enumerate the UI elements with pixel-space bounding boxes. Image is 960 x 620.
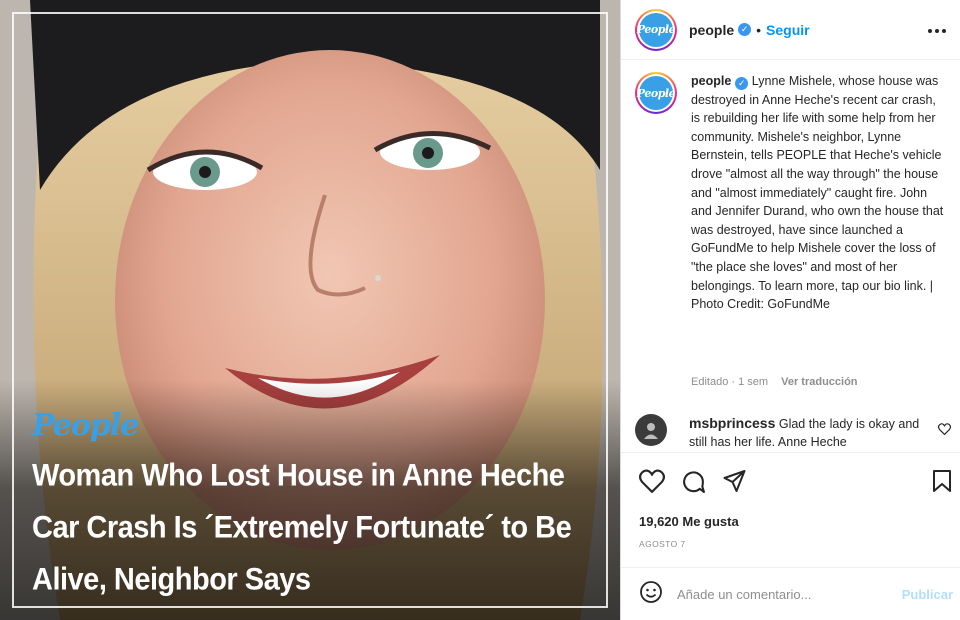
post-date[interactable]: AGOSTO 7 (639, 539, 686, 549)
post-actions: 19,620 Me gusta AGOSTO 7 (621, 452, 960, 567)
caption-area: People people ✓ Lynne Mishele, whose hous… (621, 60, 960, 452)
caption-username[interactable]: people (691, 74, 731, 88)
add-comment-box: Publicar (621, 567, 960, 620)
people-logo: People (32, 408, 139, 443)
follow-button[interactable]: Seguir (766, 22, 810, 38)
post-image[interactable]: People Woman Who Lost House in Anne Hech… (0, 0, 620, 620)
avatar-logo: People (637, 12, 676, 47)
comment-avatar[interactable] (635, 414, 667, 446)
comment-input[interactable] (677, 586, 877, 602)
comment-bubble-icon[interactable] (681, 469, 706, 499)
comment-text-block: msbprincess Glad the lady is okay and st… (689, 414, 929, 451)
post-headline: Woman Who Lost House in Anne Heche Car C… (32, 458, 572, 597)
bookmark-icon[interactable] (932, 469, 952, 498)
caption-avatar-logo: People (637, 76, 676, 110)
caption-row: People people ✓ Lynne Mishele, whose hous… (635, 72, 947, 314)
comment-heart-icon[interactable] (937, 422, 952, 440)
comment-username[interactable]: msbprincess (689, 415, 775, 431)
header-username[interactable]: people (689, 22, 734, 38)
avatar[interactable]: People (635, 8, 677, 51)
caption-avatar-inner: People (637, 74, 676, 112)
post-header: People people ✓ • Seguir (621, 0, 960, 60)
avatar-inner: People (637, 10, 676, 49)
caption-meta: Editado · 1 sem Ver traducción (691, 376, 858, 388)
emoji-smile-icon[interactable] (639, 580, 663, 609)
separator-dot: • (756, 21, 762, 38)
like-count[interactable]: 19,620 Me gusta (639, 514, 739, 529)
caption-text-block: people ✓ Lynne Mishele, whose house was d… (691, 72, 947, 314)
post-sidebar: People people ✓ • Seguir People people ✓ … (620, 0, 960, 620)
caption-edited-time: Editado · 1 sem (691, 376, 769, 388)
publish-button[interactable]: Publicar (902, 587, 953, 602)
more-options-icon[interactable] (927, 18, 947, 39)
caption-verified-badge-icon: ✓ (735, 76, 749, 90)
caption-body: Lynne Mishele, whose house was destroyed… (691, 74, 944, 312)
caption-avatar[interactable]: People (635, 72, 677, 114)
verified-badge-icon: ✓ (738, 23, 752, 36)
heart-icon[interactable] (639, 469, 665, 498)
see-translation-link[interactable]: Ver traducción (781, 376, 857, 388)
comment-item: msbprincess Glad the lady is okay and st… (635, 414, 955, 451)
paper-plane-icon[interactable] (722, 469, 747, 498)
